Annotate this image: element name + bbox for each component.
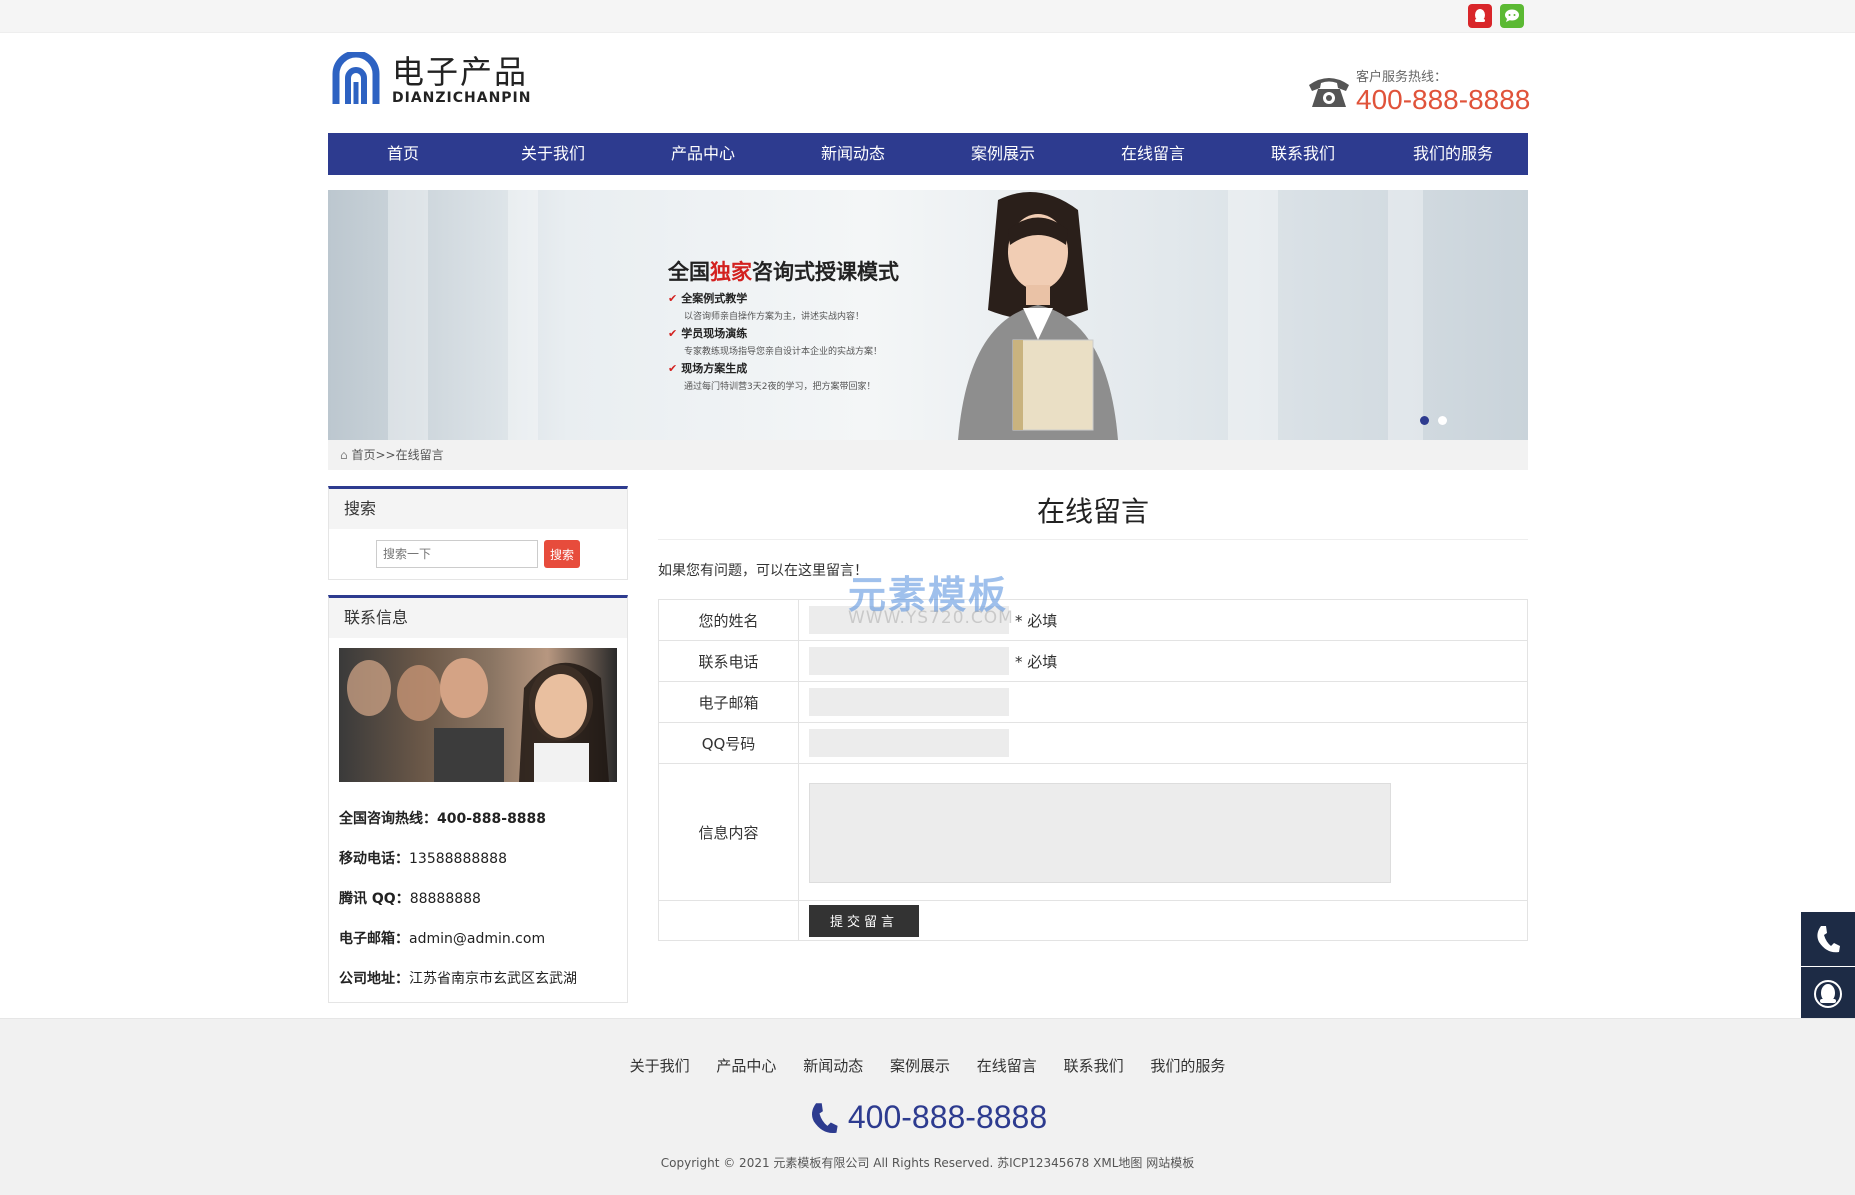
float-phone-button[interactable] [1801,912,1855,966]
hotline-label: 客户服务热线： [1356,70,1448,85]
contact-address: 公司地址：江苏省南京市玄武区玄武湖 [339,971,577,987]
main-nav: 首页 关于我们 产品中心 新闻动态 案例展示 在线留言 联系我们 我们的服务 [328,133,1528,175]
page-title: 在线留言 [658,488,1528,540]
contact-hotline: 全国咨询热线：400-888-8888 [339,811,547,827]
sidebar-contact-box: 联系信息 全国咨询热线：400-888-8888 移动电话：1358888888… [328,595,628,1003]
empty-cell [658,900,799,941]
footer-link-services[interactable]: 我们的服务 [1150,1057,1225,1075]
banner-bg-pillar [388,190,428,440]
qq-input[interactable] [809,729,1009,757]
banner-point: ✔ 现场方案生成 通过每门特训营3天2夜的学习，把方案带回家！ [668,362,876,392]
nav-news[interactable]: 新闻动态 [778,133,928,175]
footer-link-products[interactable]: 产品中心 [716,1057,776,1075]
footer-link-contact[interactable]: 联系我们 [1064,1057,1124,1075]
logo-subtitle: DIANZICHANPIN [392,90,532,106]
search-button[interactable]: 搜索 [544,540,580,568]
banner-point: ✔ 全案例式教学 以咨询师亲自操作方案为主，讲述实战内容！ [668,292,865,322]
search-input[interactable] [376,540,538,568]
banner-title: 全国独家咨询式授课模式 [668,260,899,284]
message-form: 您的姓名 * 必填 联系电话 * 必填 电子邮箱 QQ号码 信息内容 提交留言 [658,599,1528,941]
top-bar [0,0,1855,33]
nav-cases[interactable]: 案例展示 [928,133,1078,175]
logo-mark-icon [332,52,380,104]
hotline-number: 400-888-8888 [1356,84,1531,115]
footer-phone: 400-888-8888 [0,1099,1855,1136]
site-logo[interactable]: 电子产品 DIANZICHANPIN [330,52,531,108]
banner-dot-active[interactable] [1420,416,1429,425]
breadcrumb: ⌂ 首页>>在线留言 [328,440,1528,470]
hero-banner[interactable]: 全国独家咨询式授课模式 ✔ 全案例式教学 以咨询师亲自操作方案为主，讲述实战内容！… [328,190,1528,440]
contact-mobile: 移动电话：13588888888 [339,851,507,867]
qq-icon[interactable] [1468,4,1492,28]
check-icon: ✔ [668,327,678,340]
message-textarea[interactable] [809,783,1391,883]
banner-dot[interactable] [1438,416,1447,425]
header-hotline: 客户服务热线： 400-888-8888 [1306,66,1530,115]
phone-icon [811,1102,838,1133]
nav-services[interactable]: 我们的服务 [1378,133,1528,175]
phone-icon [1817,926,1840,953]
home-icon: ⌂ [340,448,348,462]
required-note: * 必填 [1015,652,1058,671]
footer-link-cases[interactable]: 案例展示 [890,1057,950,1075]
sidebar-search-box: 搜索 搜索 [328,486,628,580]
qq-label: QQ号码 [658,722,799,764]
contact-email: 电子邮箱：admin@admin.com [339,931,546,947]
phone-label: 联系电话 [658,640,799,682]
contact-title: 联系信息 [329,598,627,638]
message-label: 信息内容 [658,763,799,901]
required-note: * 必填 [1015,611,1058,630]
nav-about[interactable]: 关于我们 [478,133,628,175]
email-label: 电子邮箱 [658,681,799,723]
copyright: Copyright © 2021 元素模板有限公司 All Rights Res… [660,1156,1195,1170]
submit-button[interactable]: 提交留言 [809,904,919,937]
footer-link-message[interactable]: 在线留言 [977,1057,1037,1075]
name-label: 您的姓名 [658,599,799,641]
watermark-url: WWW.YS720.COM [848,608,1014,628]
main-content: 在线留言 如果您有问题，可以在这里留言！ [658,488,1528,580]
nav-contact[interactable]: 联系我们 [1228,133,1378,175]
nav-home[interactable]: 首页 [328,133,478,175]
phone-input[interactable] [809,647,1009,675]
float-qq-button[interactable] [1801,967,1855,1021]
logo-title: 电子产品 [392,53,529,91]
check-icon: ✔ [668,292,678,305]
banner-woman-image [958,192,1118,440]
footer: 关于我们 产品中心 新闻动态 案例展示 在线留言 联系我们 我们的服务 400-… [0,1018,1855,1195]
search-title: 搜索 [329,489,627,529]
footer-links: 关于我们 产品中心 新闻动态 案例展示 在线留言 联系我们 我们的服务 [0,1055,1855,1076]
banner-point: ✔ 学员现场演练 专家教练现场指导您亲自设计本企业的实战方案！ [668,327,883,357]
breadcrumb-path[interactable]: 首页>>在线留言 [351,448,443,462]
footer-link-news[interactable]: 新闻动态 [803,1057,863,1075]
banner-bg-pillar [508,190,538,440]
check-icon: ✔ [668,362,678,375]
footer-link-about[interactable]: 关于我们 [630,1057,690,1075]
banner-bg-pillar [1228,190,1278,440]
nav-products[interactable]: 产品中心 [628,133,778,175]
nav-message[interactable]: 在线留言 [1078,133,1228,175]
contact-qq: 腾讯 QQ：88888888 [339,891,481,907]
banner-bg-pillar [1388,190,1423,440]
telephone-icon [1309,77,1349,107]
wechat-icon[interactable] [1500,4,1524,28]
contact-image [339,648,617,782]
intro-text: 如果您有问题，可以在这里留言！ [658,563,868,579]
qq-penguin-icon [1814,980,1842,1008]
footer-phone-number: 400-888-8888 [847,1099,1048,1135]
email-input[interactable] [809,688,1009,716]
